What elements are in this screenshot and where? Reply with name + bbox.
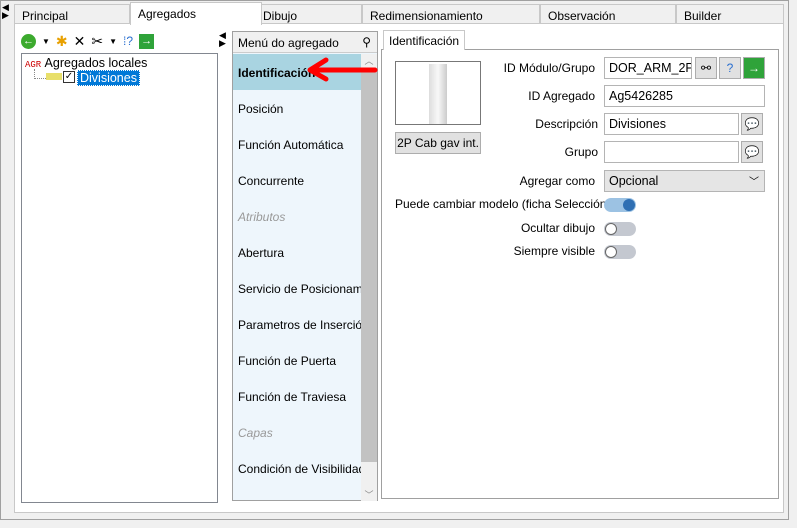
id-modulo-field[interactable]: DOR_ARM_2P. xyxy=(604,57,692,79)
menu-item[interactable]: Concurrente xyxy=(233,162,361,198)
agregar-como-value: Opcional xyxy=(609,174,659,188)
pin-icon[interactable]: ⚲ xyxy=(362,35,371,49)
puede-cambiar-toggle[interactable] xyxy=(604,198,636,212)
grupo-label: Grupo xyxy=(564,145,598,159)
translate-comment-icon[interactable]: 💬 xyxy=(741,113,763,135)
id-agregado-field[interactable]: Ag5426285 xyxy=(604,85,765,107)
tab-builder[interactable]: Builder xyxy=(676,4,784,25)
dropdown-icon[interactable]: ▼ xyxy=(42,37,50,46)
tab-scroll-arrows[interactable]: ◀ ▶ xyxy=(2,3,9,20)
agregar-como-label: Agregar como xyxy=(519,174,595,188)
new-icon[interactable]: ✱ xyxy=(56,33,68,50)
siempre-visible-label: Siempre visible xyxy=(513,244,595,258)
delete-icon[interactable]: ✕ xyxy=(74,33,86,50)
menu-item[interactable]: Parametros de Inserción xyxy=(233,306,361,342)
menu-category: Atributos xyxy=(238,210,286,224)
aggregate-tree: AGR Agregados locales ✓ Divisiones xyxy=(21,53,218,503)
cut-icon[interactable]: ✂ xyxy=(91,33,103,50)
tree-root-label: Agregados locales xyxy=(44,56,148,70)
tab-agregados[interactable]: Agregados xyxy=(130,2,262,25)
search-binoculars-icon[interactable]: ⚯ xyxy=(695,57,717,79)
division-icon xyxy=(46,73,62,80)
query-icon[interactable]: ? xyxy=(719,57,741,79)
menu-item[interactable]: Servicio de Posicionamiento xyxy=(233,270,361,306)
tree-root[interactable]: AGR Agregados locales xyxy=(25,56,147,70)
tab-identificacion[interactable]: Identificación xyxy=(383,30,466,50)
go-icon[interactable]: → xyxy=(139,33,155,49)
tab-redimensionamiento[interactable]: Redimensionamiento xyxy=(362,4,540,25)
menu-item[interactable]: Condición de Visibilidad xyxy=(233,450,361,486)
tree-line xyxy=(34,69,46,79)
annotation-arrow xyxy=(307,57,378,82)
ocultar-dibujo-label: Ocultar dibujo xyxy=(520,221,595,235)
ocultar-dibujo-toggle[interactable] xyxy=(604,222,636,236)
identification-panel: 2P Cab gav int. ID Módulo/Grupo DOR_ARM_… xyxy=(381,49,779,499)
tab-observacion[interactable]: Observación xyxy=(540,4,676,25)
translate-comment-icon[interactable]: 💬 xyxy=(741,141,763,163)
menu-header: Menú do agregado ⚲ xyxy=(233,32,377,53)
id-modulo-label: ID Módulo/Grupo xyxy=(503,61,595,75)
go-icon[interactable]: → xyxy=(743,57,765,79)
chevron-down-icon: ﹀ xyxy=(749,177,759,188)
collapse-arrows[interactable]: ◀ ▶ xyxy=(219,31,226,48)
descripcion-label: Descripción xyxy=(535,117,598,131)
dropdown-icon[interactable]: ▼ xyxy=(109,37,117,46)
menu-item[interactable]: Abertura xyxy=(233,234,361,270)
scroll-thumb[interactable] xyxy=(361,72,377,462)
menu-title: Menú do agregado xyxy=(238,36,339,50)
grupo-field[interactable] xyxy=(604,141,739,163)
siempre-visible-toggle[interactable] xyxy=(604,245,636,259)
descripcion-field[interactable]: Divisiones xyxy=(604,113,739,135)
back-icon[interactable]: ← xyxy=(21,33,36,49)
puede-cambiar-label: Puede cambiar modelo (ficha Selección) xyxy=(395,197,611,211)
menu-item[interactable]: Función Automática xyxy=(233,126,361,162)
tab-dibujo[interactable]: Dibujo xyxy=(255,4,362,25)
tree-item-divisiones[interactable]: Divisiones xyxy=(77,70,140,86)
query-icon[interactable]: ⁞? xyxy=(123,34,133,48)
menu-category: Capas xyxy=(238,426,273,440)
tree-toolbar: ← ▼ ✱ ✕ ✂ ▼ ⁞? → xyxy=(21,32,155,50)
id-agregado-label: ID Agregado xyxy=(528,89,595,103)
main-tabs: Principal Agregados Dibujo Redimensionam… xyxy=(14,2,784,25)
menu-item[interactable]: Función de Puerta xyxy=(233,342,361,378)
aggregate-menu: Menú do agregado ⚲ ︿ ﹀ Identificación Posic… xyxy=(232,31,378,501)
menu-item[interactable]: Posición xyxy=(233,90,361,126)
menu-item[interactable]: Función de Traviesa xyxy=(233,378,361,414)
child-checkbox[interactable]: ✓ xyxy=(63,71,75,83)
tab-principal[interactable]: Principal xyxy=(14,4,130,25)
agregar-como-select[interactable]: Opcional ﹀ xyxy=(604,170,765,192)
